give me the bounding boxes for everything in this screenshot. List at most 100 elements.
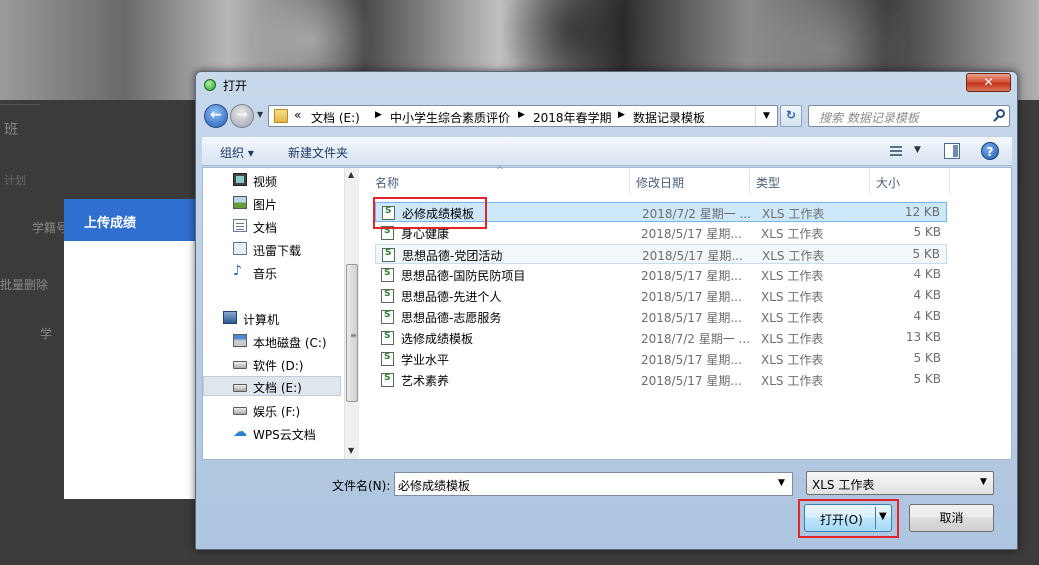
breadcrumb-separator-icon[interactable]: ▶ <box>518 110 525 120</box>
refresh-button[interactable]: ↻ <box>780 105 802 127</box>
address-bar[interactable]: « 文档 (E:) ▶ 中小学生综合素质评价 ▶ 2018年春学期 ▶ 数据记录… <box>268 105 778 127</box>
xls-file-icon <box>381 268 394 282</box>
drive-icon <box>233 361 247 369</box>
file-name: 思想品德-志愿服务 <box>401 311 502 325</box>
search-placeholder: 搜索 数据记录模板 <box>819 111 919 125</box>
open-file-dialog: 打开 ✕ ← → ▼ « 文档 (E:) ▶ 中小学生综合素质评价 ▶ 2018… <box>195 71 1018 550</box>
xls-file-icon <box>381 310 394 324</box>
video-icon <box>233 173 247 186</box>
search-input[interactable]: 搜索 数据记录模板 <box>808 105 1010 127</box>
file-size: 13 KB <box>905 330 941 344</box>
file-type: XLS 工作表 <box>761 269 824 283</box>
file-size: 4 KB <box>913 267 941 281</box>
file-row[interactable]: 艺术素养 2018/5/17 星期... XLS 工作表 5 KB <box>375 370 947 390</box>
file-type: XLS 工作表 <box>761 227 824 241</box>
upload-scores-title: 上传成绩 <box>64 199 196 241</box>
nav-item-computer[interactable]: 计算机 <box>203 308 341 328</box>
nav-item-wps-cloud[interactable]: ☁ WPS云文档 <box>203 423 341 443</box>
help-icon[interactable]: ? <box>981 142 999 160</box>
file-size: 5 KB <box>912 247 940 261</box>
nav-item-drive-c[interactable]: 本地磁盘 (C:) <box>203 331 341 351</box>
close-button[interactable]: ✕ <box>966 73 1011 92</box>
column-header-name[interactable]: 名称 <box>375 174 399 191</box>
nav-item-thunder-downloads[interactable]: 迅雷下载 <box>203 239 341 259</box>
file-row[interactable]: 思想品德-国防民防项目 2018/5/17 星期... XLS 工作表 4 KB <box>375 265 947 285</box>
history-dropdown-icon[interactable]: ▼ <box>257 110 263 119</box>
view-list-icon <box>890 146 902 157</box>
music-icon: ♪ <box>233 263 242 279</box>
column-header-size[interactable]: 大小 <box>876 174 900 191</box>
column-separator[interactable] <box>629 168 630 194</box>
drive-icon <box>233 407 247 415</box>
nav-item-pictures[interactable]: 图片 <box>203 193 341 213</box>
breadcrumb-separator-icon[interactable]: ▶ <box>618 110 625 120</box>
nav-item-music[interactable]: ♪ 音乐 <box>203 262 341 282</box>
xls-file-icon <box>381 373 394 387</box>
file-size: 4 KB <box>913 309 941 323</box>
batch-delete-button[interactable]: 批量删除 <box>0 276 48 293</box>
nav-item-drive-d[interactable]: 软件 (D:) <box>203 354 341 374</box>
file-row[interactable]: 思想品德-党团活动 2018/5/17 星期... XLS 工作表 5 KB <box>375 244 947 264</box>
back-button[interactable]: ← <box>204 104 228 128</box>
nav-pane-scrollbar[interactable]: ▲ ≡ ▼ <box>344 168 359 459</box>
dialog-content: 视频 图片 文档 迅雷下载 ♪ 音乐 计算机 本地磁盘 (C:) 软件 (D:)… <box>202 166 1012 460</box>
file-type-select[interactable]: XLS 工作表 ▼ <box>806 471 994 495</box>
file-row[interactable]: 选修成绩模板 2018/7/2 星期一 ... XLS 工作表 13 KB <box>375 328 947 348</box>
scroll-up-icon[interactable]: ▲ <box>348 170 354 179</box>
file-date: 2018/5/17 星期... <box>641 374 742 388</box>
student-label: 学 <box>40 327 53 341</box>
xls-file-icon <box>381 352 394 366</box>
column-separator[interactable] <box>949 168 950 194</box>
divider <box>0 104 40 105</box>
grip-icon: ≡ <box>350 331 357 340</box>
column-separator[interactable] <box>749 168 750 194</box>
file-date: 2018/5/17 星期... <box>641 353 742 367</box>
nav-item-documents[interactable]: 文档 <box>203 216 341 236</box>
filename-label: 文件名(N): <box>332 479 391 493</box>
nav-item-label: 本地磁盘 (C:) <box>253 336 327 350</box>
back-arrow-icon: ← <box>210 107 222 123</box>
file-row[interactable]: 学业水平 2018/5/17 星期... XLS 工作表 5 KB <box>375 349 947 369</box>
organize-menu-button[interactable]: 组织 ▾ <box>220 144 254 161</box>
folder-icon <box>274 109 288 123</box>
column-header-type[interactable]: 类型 <box>756 174 780 191</box>
nav-item-label: WPS云文档 <box>253 428 316 442</box>
search-icon[interactable] <box>992 109 1006 123</box>
highlight-box-open-button <box>798 499 899 538</box>
chevron-down-icon[interactable]: ▼ <box>778 478 785 488</box>
dialog-titlebar[interactable]: 打开 ✕ <box>196 72 1017 98</box>
breadcrumb-semester[interactable]: 2018年春学期 <box>533 109 612 126</box>
new-folder-button[interactable]: 新建文件夹 <box>288 144 348 161</box>
navigation-pane: 视频 图片 文档 迅雷下载 ♪ 音乐 计算机 本地磁盘 (C:) 软件 (D:)… <box>203 168 343 459</box>
breadcrumb-evaluation[interactable]: 中小学生综合素质评价 <box>390 109 510 126</box>
preview-pane-icon[interactable] <box>944 143 960 159</box>
file-row[interactable]: 思想品德-先进个人 2018/5/17 星期... XLS 工作表 4 KB <box>375 286 947 306</box>
scroll-down-icon[interactable]: ▼ <box>348 446 354 455</box>
change-view-button[interactable]: ▼ <box>890 143 928 161</box>
scrollbar-thumb[interactable]: ≡ <box>346 264 358 402</box>
nav-item-label: 迅雷下载 <box>253 244 302 258</box>
breadcrumb-separator-icon[interactable]: ▶ <box>375 110 382 120</box>
address-overflow-chevron[interactable]: « <box>294 108 301 122</box>
nav-item-label: 计算机 <box>243 313 280 327</box>
nav-item-drive-e[interactable]: 文档 (E:) <box>203 376 341 396</box>
system-drive-icon <box>233 334 247 347</box>
app-icon <box>204 79 216 91</box>
file-date: 2018/5/17 星期... <box>641 227 742 241</box>
breadcrumb-templates[interactable]: 数据记录模板 <box>633 109 705 126</box>
nav-item-videos[interactable]: 视频 <box>203 170 341 190</box>
nav-item-drive-f[interactable]: 娱乐 (F:) <box>203 400 341 420</box>
dialog-toolbar: 组织 ▾ 新建文件夹 ▼ ? <box>202 136 1012 166</box>
forward-button[interactable]: → <box>230 104 254 128</box>
upload-scores-panel: 上传成绩 <box>64 199 196 499</box>
cancel-button[interactable]: 取消 <box>909 504 994 532</box>
filename-input[interactable]: 必修成绩模板 ▼ <box>394 472 793 496</box>
address-dropdown-icon[interactable]: ▼ <box>755 106 777 126</box>
column-header-date[interactable]: 修改日期 <box>636 174 684 191</box>
breadcrumb-drive-e[interactable]: 文档 (E:) <box>311 109 360 126</box>
nav-item-label: 娱乐 (F:) <box>253 405 301 419</box>
column-separator[interactable] <box>869 168 870 194</box>
refresh-icon: ↻ <box>785 108 797 122</box>
file-size: 5 KB <box>913 351 941 365</box>
file-row[interactable]: 思想品德-志愿服务 2018/5/17 星期... XLS 工作表 4 KB <box>375 307 947 327</box>
